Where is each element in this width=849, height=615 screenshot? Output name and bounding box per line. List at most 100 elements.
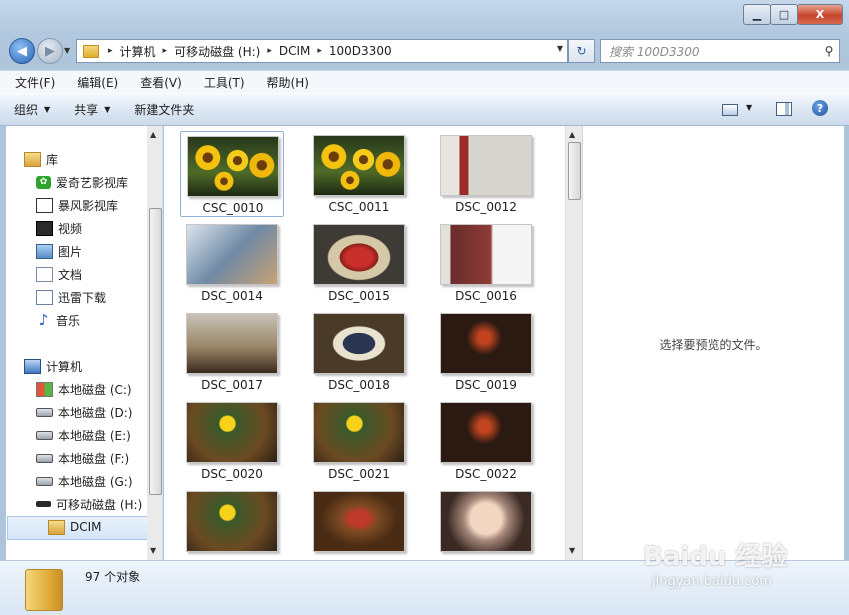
thumbnail: [186, 491, 278, 552]
file-tile[interactable]: DSC_0018: [307, 309, 411, 395]
close-button[interactable]: X: [797, 4, 843, 25]
nav-item-videos[interactable]: 视频: [36, 218, 82, 238]
nav-scroll-thumb[interactable]: [149, 208, 162, 495]
arrow-left-icon: ◀: [17, 43, 27, 59]
breadcrumb-separator[interactable]: ▸: [105, 46, 116, 56]
file-tile[interactable]: DSC_0020: [180, 398, 284, 484]
forward-button[interactable]: ▶: [37, 38, 63, 64]
chevron-down-icon[interactable]: ▼: [746, 103, 752, 112]
file-tile[interactable]: DSC_0014: [180, 220, 284, 306]
recent-pages-button[interactable]: ▼: [64, 46, 70, 55]
thumbnail: [186, 402, 278, 463]
thumbnail: [440, 491, 532, 552]
breadcrumb-removable-disk[interactable]: 可移动磁盘 (H:): [170, 43, 264, 60]
address-bar[interactable]: ▸ 计算机 ▸ 可移动磁盘 (H:) ▸ DCIM ▸ 100D3300 ▼: [76, 39, 568, 63]
search-input[interactable]: 搜索 100D3300: [601, 43, 819, 60]
thumbnail: [440, 402, 532, 463]
nav-item-label: 文档: [58, 267, 83, 282]
nav-drive-g[interactable]: 本地磁盘 (G:): [36, 471, 133, 491]
nav-item-music[interactable]: ♪ 音乐: [36, 310, 80, 330]
nav-drive-e[interactable]: 本地磁盘 (E:): [36, 425, 131, 445]
breadcrumb-separator[interactable]: ▸: [264, 46, 275, 56]
search-icon[interactable]: ⚲: [819, 44, 839, 58]
change-view-icon[interactable]: [722, 104, 738, 116]
folder-icon: [25, 569, 63, 611]
nav-drive-label: 本地磁盘 (E:): [58, 428, 131, 443]
chevron-down-icon: ▼: [104, 105, 111, 114]
nav-drive-d[interactable]: 本地磁盘 (D:): [36, 402, 132, 422]
computer-icon: [24, 358, 41, 374]
download-icon: [36, 289, 53, 305]
nav-folder-dcim[interactable]: DCIM: [48, 517, 102, 537]
nav-item-iqiyi[interactable]: ✿ 爱奇艺影视库: [36, 172, 128, 192]
minimize-button[interactable]: ▁: [743, 4, 771, 25]
thumbnail: [186, 224, 278, 285]
breadcrumb-separator[interactable]: ▸: [314, 46, 325, 56]
nav-drive-h[interactable]: 可移动磁盘 (H:): [36, 494, 142, 514]
nav-item-documents[interactable]: 文档: [36, 264, 82, 284]
file-name: DSC_0018: [328, 378, 390, 392]
back-button[interactable]: ◀: [9, 38, 35, 64]
maximize-button[interactable]: □: [770, 4, 798, 25]
nav-library-label: 库: [46, 152, 59, 167]
nav-scrollbar[interactable]: ▲ ▼: [147, 126, 162, 560]
file-name: DSC_0014: [201, 289, 263, 303]
nav-item-label: 爱奇艺影视库: [56, 175, 129, 190]
chevron-down-icon: ▼: [44, 105, 51, 114]
explorer-window: ▁ □ X ◀ ▶ ▼ ▸ 计算机 ▸ 可移动磁盘 (H:) ▸ DCIM ▸ …: [0, 0, 849, 615]
new-folder-button[interactable]: 新建文件夹: [120, 101, 204, 118]
hard-drive-icon: [36, 453, 53, 463]
breadcrumb-dcim[interactable]: DCIM: [275, 44, 315, 58]
organize-button[interactable]: 组织 ▼: [0, 101, 60, 118]
nav-item-pictures[interactable]: 图片: [36, 241, 82, 261]
file-tile[interactable]: DSC_0022: [434, 398, 538, 484]
nav-computer[interactable]: 计算机: [24, 356, 82, 376]
menu-help[interactable]: 帮助(H): [252, 74, 316, 91]
file-name: CSC_0010: [202, 201, 264, 215]
file-scroll-thumb[interactable]: [568, 142, 581, 200]
scroll-up-icon[interactable]: ▲: [150, 130, 156, 139]
nav-item-label: 音乐: [56, 313, 81, 328]
breadcrumb-100d3300[interactable]: 100D3300: [325, 44, 396, 58]
file-tile[interactable]: DSC_0021: [307, 398, 411, 484]
address-dropdown-icon[interactable]: ▼: [557, 44, 563, 53]
file-name: DSC_0017: [201, 378, 263, 392]
file-tile[interactable]: CSC_0010: [180, 131, 284, 217]
breadcrumb-separator[interactable]: ▸: [160, 46, 171, 56]
file-name: DSC_0015: [328, 289, 390, 303]
file-tile[interactable]: CSC_0011: [307, 131, 411, 217]
menu-file[interactable]: 文件(F): [0, 74, 62, 91]
music-note-icon: ♪: [38, 311, 49, 329]
scroll-up-icon[interactable]: ▲: [569, 130, 575, 139]
menu-bar: 文件(F) 编辑(E) 查看(V) 工具(T) 帮助(H): [0, 70, 849, 93]
preview-pane-icon[interactable]: [776, 102, 792, 116]
nav-drive-f[interactable]: 本地磁盘 (F:): [36, 448, 129, 468]
nav-item-label: 图片: [58, 244, 83, 259]
file-tile[interactable]: DSC_0019: [434, 309, 538, 395]
help-icon[interactable]: ?: [812, 100, 828, 116]
nav-item-xunlei[interactable]: 迅雷下载: [36, 287, 106, 307]
baidu-watermark-url: jingyan.baidu.com: [652, 574, 772, 589]
scroll-down-icon[interactable]: ▼: [150, 546, 156, 555]
nav-drive-label: 本地磁盘 (F:): [58, 451, 130, 466]
share-button[interactable]: 共享 ▼: [60, 101, 120, 118]
hard-drive-icon: [36, 476, 53, 486]
file-tile[interactable]: DSC_0017: [180, 309, 284, 395]
command-bar: 组织 ▼ 共享 ▼ 新建文件夹 ▼ ?: [0, 93, 849, 126]
breadcrumb-computer[interactable]: 计算机: [116, 43, 160, 60]
thumbnail: [313, 313, 405, 374]
file-tile[interactable]: DSC_0015: [307, 220, 411, 306]
search-box[interactable]: 搜索 100D3300 ⚲: [600, 39, 840, 63]
file-scrollbar[interactable]: ▲ ▼: [565, 126, 582, 560]
nav-drive-c[interactable]: 本地磁盘 (C:): [36, 379, 132, 399]
file-tile[interactable]: DSC_0012: [434, 131, 538, 217]
nav-item-baofeng[interactable]: 暴风影视库: [36, 195, 118, 215]
nav-drive-label: 本地磁盘 (C:): [58, 382, 132, 397]
refresh-button[interactable]: ↻: [568, 39, 595, 63]
menu-view[interactable]: 查看(V): [125, 74, 189, 91]
menu-tools[interactable]: 工具(T): [189, 74, 252, 91]
menu-edit[interactable]: 编辑(E): [62, 74, 125, 91]
scroll-down-icon[interactable]: ▼: [569, 546, 575, 555]
file-tile[interactable]: DSC_0016: [434, 220, 538, 306]
nav-library[interactable]: 库: [24, 149, 58, 169]
